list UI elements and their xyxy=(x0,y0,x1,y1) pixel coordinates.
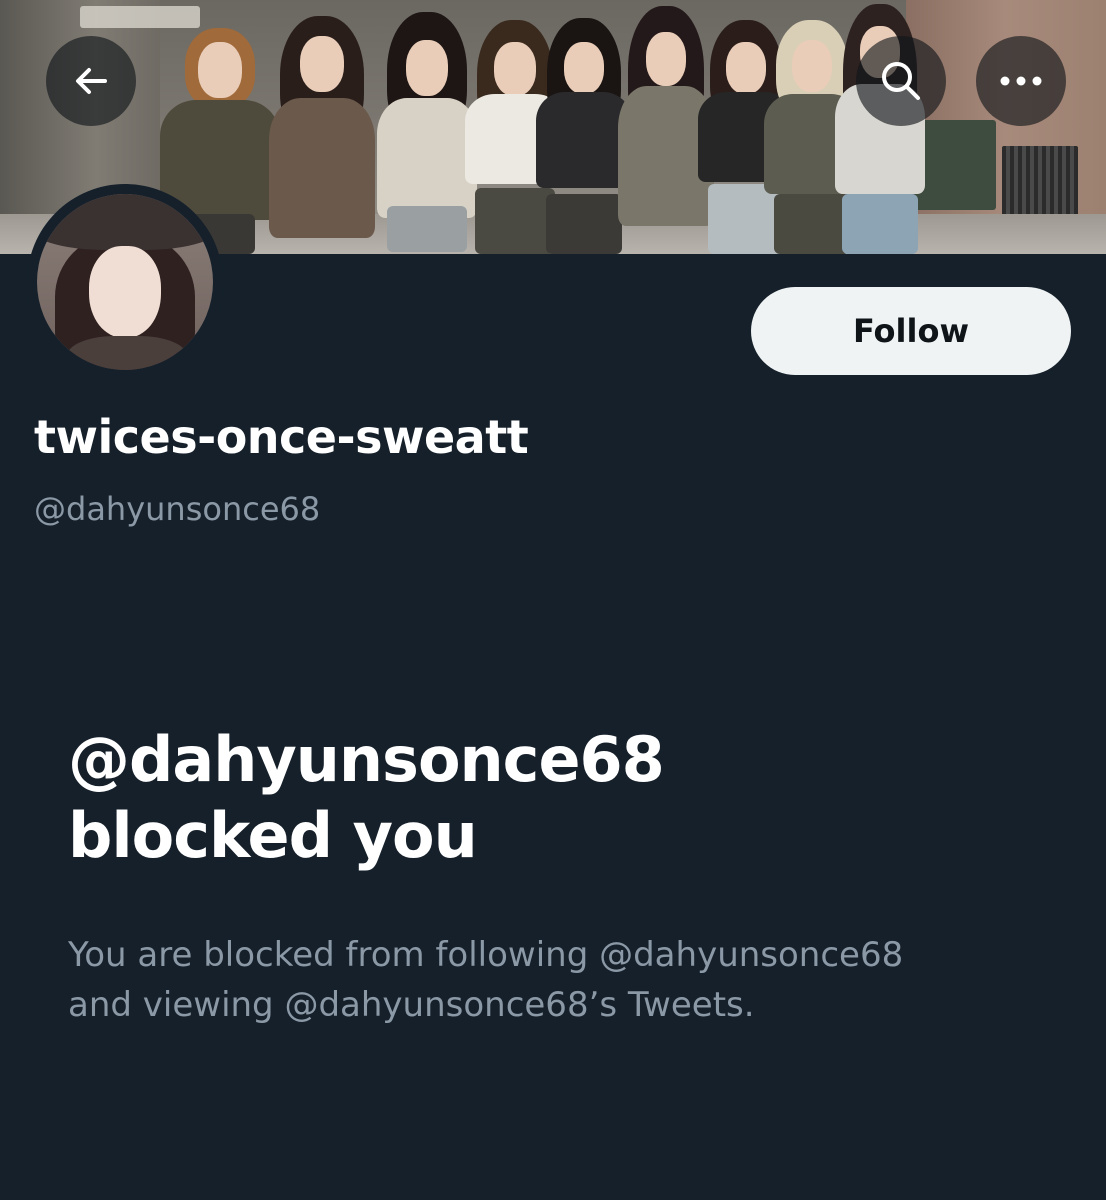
display-name: twices-once-sweatt xyxy=(34,410,529,464)
follow-button[interactable]: Follow xyxy=(751,287,1071,375)
avatar[interactable] xyxy=(27,184,223,380)
search-icon xyxy=(878,58,924,104)
banner-person xyxy=(262,8,382,254)
arrow-left-icon xyxy=(69,59,113,103)
more-horizontal-icon xyxy=(999,75,1043,87)
blocked-title-handle: @dahyunsonce68 xyxy=(68,723,665,796)
profile-handle: @dahyunsonce68 xyxy=(34,490,321,528)
more-button[interactable] xyxy=(976,36,1066,126)
blocked-description-line: and viewing @dahyunsonce68’s Tweets. xyxy=(68,985,755,1025)
blocked-description: You are blocked from following @dahyunso… xyxy=(68,930,1078,1030)
avatar-photo xyxy=(37,194,213,370)
blocked-title-text: blocked you xyxy=(68,799,478,872)
back-button[interactable] xyxy=(46,36,136,126)
blocked-description-line: You are blocked from following @dahyunso… xyxy=(68,935,904,975)
blocked-title: @dahyunsonce68 blocked you xyxy=(68,722,1068,874)
search-button[interactable] xyxy=(856,36,946,126)
